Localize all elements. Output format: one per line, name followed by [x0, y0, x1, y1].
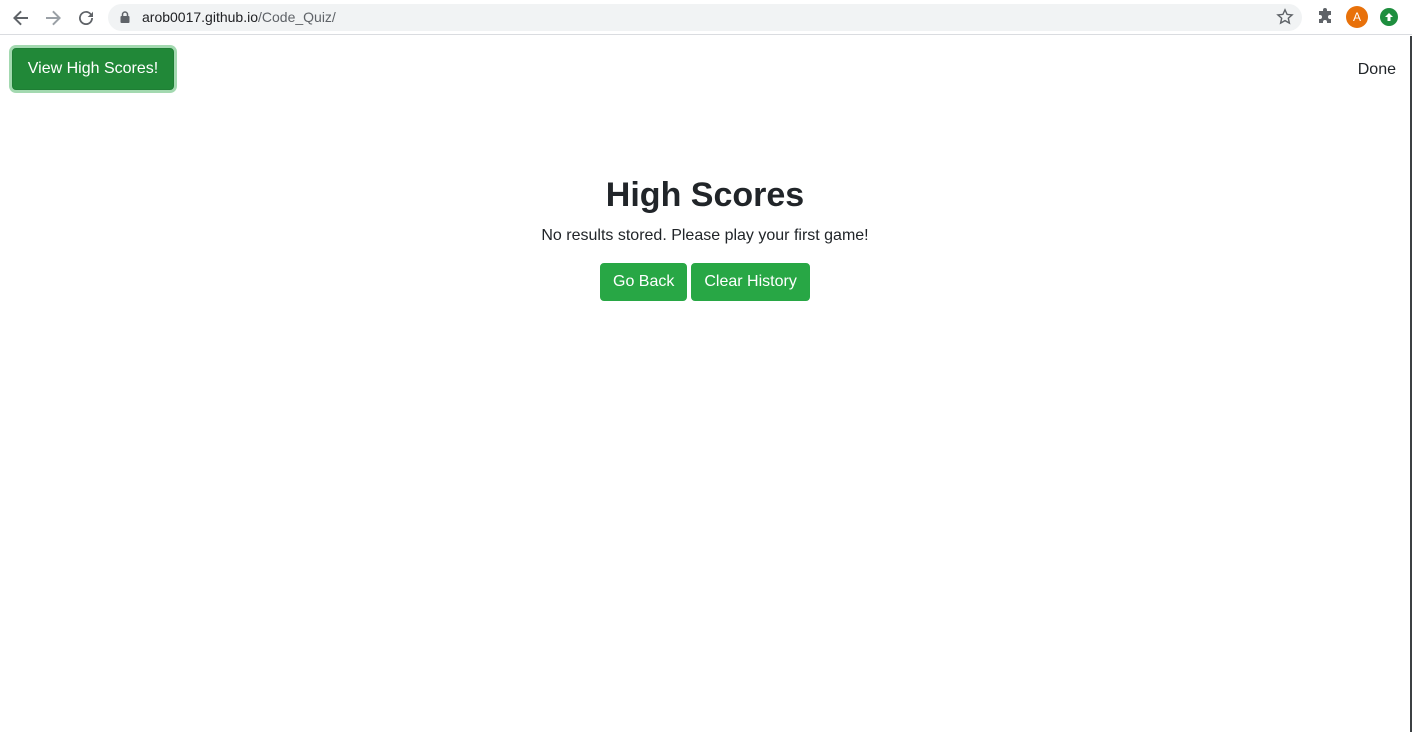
clear-history-button[interactable]: Clear History — [691, 263, 810, 301]
view-high-scores-button[interactable]: View High Scores! — [12, 48, 174, 90]
url-text: arob0017.github.io/Code_Quiz/ — [142, 9, 336, 26]
forward-arrow-icon[interactable] — [41, 6, 65, 30]
profile-avatar[interactable]: A — [1346, 6, 1368, 28]
bookmark-star-icon[interactable] — [1276, 8, 1294, 26]
back-arrow-icon[interactable] — [9, 6, 33, 30]
extension-green-icon[interactable] — [1380, 8, 1398, 26]
extensions-puzzle-icon[interactable] — [1315, 7, 1335, 27]
url-path: /Code_Quiz/ — [258, 9, 336, 25]
action-buttons: Go Back Clear History — [600, 263, 810, 301]
empty-results-message: No results stored. Please play your firs… — [541, 227, 869, 244]
url-host: arob0017.github.io — [142, 9, 258, 25]
timer-status: Done — [1357, 61, 1396, 78]
browser-toolbar: arob0017.github.io/Code_Quiz/ A — [0, 0, 1412, 35]
address-bar[interactable]: arob0017.github.io/Code_Quiz/ — [108, 4, 1302, 31]
lock-icon[interactable] — [118, 10, 132, 24]
reload-icon[interactable] — [74, 6, 98, 30]
go-back-button[interactable]: Go Back — [600, 263, 688, 301]
page-title: High Scores — [605, 176, 805, 214]
